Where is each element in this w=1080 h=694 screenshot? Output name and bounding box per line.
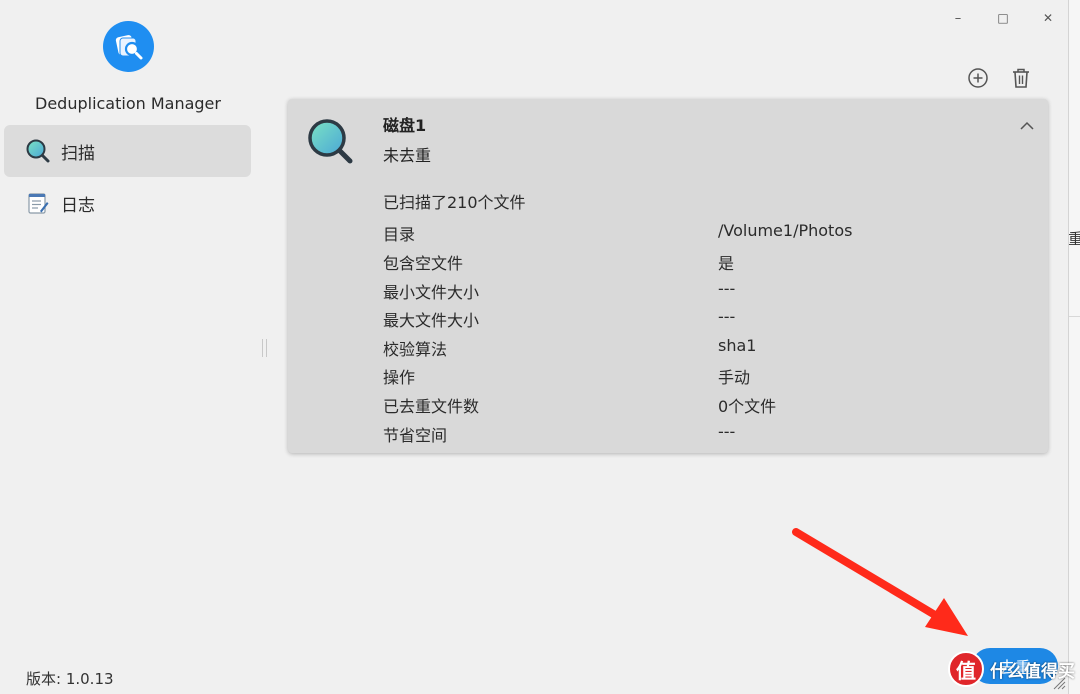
detail-key: 节省空间	[383, 426, 448, 445]
detail-value: 0个文件	[718, 397, 777, 416]
detail-value: ---	[718, 279, 736, 298]
sidebar-item-log[interactable]: 日志	[4, 177, 251, 229]
detail-key: 最小文件大小	[383, 283, 480, 302]
detail-row: 最小文件大小 ---	[383, 279, 1003, 303]
scan-magnifier-icon	[25, 138, 51, 164]
minimize-button[interactable]: –	[947, 8, 969, 28]
detail-row: 已去重文件数 0个文件	[383, 393, 1003, 417]
dedup-button[interactable]: 去重	[972, 648, 1058, 684]
sidebar-item-scan[interactable]: 扫描	[4, 125, 251, 177]
detail-value: 是	[718, 254, 735, 273]
detail-key: 最大文件大小	[383, 311, 480, 330]
chevron-up-icon[interactable]	[1017, 116, 1037, 136]
detail-row: 校验算法 sha1	[383, 336, 1003, 360]
detail-key: 校验算法	[383, 340, 448, 359]
background-window: 重	[1068, 0, 1080, 694]
detail-key: 目录	[383, 225, 416, 244]
app-title: Deduplication Manager	[35, 94, 221, 113]
sidebar-resize-handle[interactable]	[262, 339, 267, 357]
add-circle-icon[interactable]	[966, 66, 990, 90]
detail-value: 手动	[718, 368, 751, 387]
trash-icon[interactable]	[1009, 66, 1033, 90]
detail-row: 操作 手动	[383, 364, 1003, 388]
detail-key: 包含空文件	[383, 254, 464, 273]
resize-grip-icon[interactable]	[1052, 676, 1066, 690]
background-text-fragment: 重	[1068, 230, 1080, 248]
scan-magnifier-icon	[306, 117, 354, 165]
detail-key: 操作	[383, 368, 416, 387]
background-divider	[1068, 316, 1080, 317]
detail-row: 包含空文件 是	[383, 250, 1003, 274]
detail-key: 已去重文件数	[383, 397, 480, 416]
scan-summary: 已扫描了210个文件	[383, 193, 526, 212]
sidebar: Deduplication Manager 扫描 日志 版本: 1.0.13	[0, 0, 260, 694]
detail-value: sha1	[718, 336, 757, 355]
detail-value: ---	[718, 422, 736, 441]
sidebar-item-label: 扫描	[61, 143, 95, 164]
detail-value: ---	[718, 307, 736, 326]
maximize-button[interactable]: □	[992, 8, 1014, 28]
task-status: 未去重	[383, 146, 432, 165]
task-card[interactable]: 磁盘1 未去重 已扫描了210个文件 目录 /Volume1/Photos 包含…	[288, 99, 1048, 453]
detail-row: 节省空间 ---	[383, 422, 1003, 446]
detail-value: /Volume1/Photos	[718, 221, 853, 240]
version-label: 版本: 1.0.13	[26, 670, 114, 688]
app-logo-icon	[103, 21, 154, 72]
app-window: – □ ✕ Deduplication Manager 扫描 日志 版本: 1.…	[0, 0, 1069, 694]
sidebar-item-label: 日志	[61, 195, 95, 216]
detail-row: 目录 /Volume1/Photos	[383, 221, 1003, 245]
close-button[interactable]: ✕	[1037, 8, 1059, 28]
detail-row: 最大文件大小 ---	[383, 307, 1003, 331]
log-notepad-icon	[25, 190, 51, 216]
task-title: 磁盘1	[383, 116, 427, 135]
